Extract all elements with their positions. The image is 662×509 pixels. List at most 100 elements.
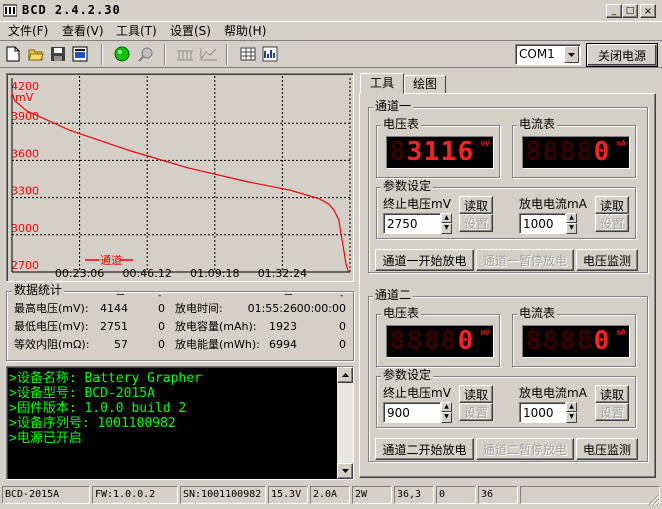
ch2-end-voltage-spin-down[interactable]: ▼ xyxy=(441,412,452,423)
close-button[interactable]: × xyxy=(640,4,656,18)
ch2-title: 通道二 xyxy=(373,288,414,302)
ch1-current-label: 放电电流mA xyxy=(519,197,587,211)
stat-value: 0 xyxy=(339,320,346,333)
x-tick-label: 00:46:12 xyxy=(122,267,171,280)
connect-icon[interactable] xyxy=(114,46,130,65)
resize-grip-icon[interactable] xyxy=(648,494,660,509)
scroll-up-button[interactable] xyxy=(337,367,353,383)
ch2-set-voltage-button[interactable]: 设置 xyxy=(459,403,493,421)
ch2-current-input[interactable]: 1000 xyxy=(519,402,566,423)
save-icon[interactable] xyxy=(50,46,66,65)
lcd-digit: 8 xyxy=(525,137,542,167)
menu-bar: 文件(F) 查看(V) 工具(T) 设置(S) 帮助(H) xyxy=(0,22,662,40)
x-tick-label: 01:32:24 xyxy=(258,267,307,280)
ch1-pause-discharge-button[interactable]: 通道一暂停放电 xyxy=(476,249,574,271)
chart-line-icon[interactable] xyxy=(200,46,218,65)
menu-tools[interactable]: 工具(T) xyxy=(116,24,157,38)
stats-dash: - xyxy=(340,291,344,301)
stat-label: 等效内阻(mΩ): xyxy=(14,338,90,351)
y-axis-label: mV xyxy=(15,91,34,104)
status-cell-empty xyxy=(520,486,660,504)
window-title: BCD 2.4.2.30 xyxy=(22,3,121,17)
ch1-end-voltage-input[interactable]: 2750 xyxy=(383,213,441,234)
chart-panel: 4200 3900 3600 3300 3000 2700 00:23:06 00:46:12… xyxy=(6,73,354,282)
open-folder-icon[interactable] xyxy=(28,46,44,65)
stat-value: 6994 xyxy=(269,338,297,351)
console-line: >电源已开启 xyxy=(9,431,82,446)
ch1-start-discharge-button[interactable]: 通道一开始放电 xyxy=(375,249,474,271)
ch2-current-spin-up[interactable]: ▲ xyxy=(566,402,577,412)
ch1-set-voltage-button[interactable]: 设置 xyxy=(459,214,493,232)
ch2-end-voltage-spin-up[interactable]: ▲ xyxy=(441,402,452,412)
table-icon[interactable] xyxy=(240,46,256,65)
new-file-icon[interactable] xyxy=(6,46,20,65)
unit-label: mA xyxy=(616,328,626,337)
ch2-read-current-button[interactable]: 读取 xyxy=(595,385,629,403)
ch2-voltage-monitor-button[interactable]: 电压监测 xyxy=(576,438,638,460)
ch1-current-spin-up[interactable]: ▲ xyxy=(566,213,577,223)
ch1-current-input[interactable]: 1000 xyxy=(519,213,566,234)
ch2-set-current-button[interactable]: 设置 xyxy=(595,403,629,421)
lcd-digit: 1 xyxy=(440,137,457,167)
stat-value: 0 xyxy=(339,338,346,351)
menu-settings[interactable]: 设置(S) xyxy=(170,24,211,38)
ch1-end-voltage-spin-up[interactable]: ▲ xyxy=(441,213,452,223)
console-scrollbar[interactable] xyxy=(337,367,353,479)
console-text: >设备名称: Battery Grapher >设备型号: BCD-2015A … xyxy=(9,371,202,446)
tab-draw[interactable]: 绘图 xyxy=(404,75,446,94)
lcd-digit: 8 xyxy=(576,137,593,167)
ch1-voltage-monitor-button[interactable]: 电压监测 xyxy=(576,249,638,271)
x-tick-label: 01:09:18 xyxy=(190,267,239,280)
toolbar-separator xyxy=(226,44,228,65)
stat-label: 放电时间: xyxy=(175,302,223,315)
lcd-digit: 8 xyxy=(542,326,559,356)
ch2-end-voltage-input[interactable]: 900 xyxy=(383,402,441,423)
voltage-chart: 42003900360033003000270000:23:06 00:46:12… xyxy=(11,76,351,280)
graph-icon[interactable] xyxy=(262,46,278,65)
ch2-pause-discharge-button[interactable]: 通道二暂停放电 xyxy=(476,438,574,460)
stats-dash: ー xyxy=(284,291,294,301)
menu-help[interactable]: 帮助(H) xyxy=(224,24,266,38)
power-button[interactable]: 关闭电源 xyxy=(586,43,658,67)
print-icon[interactable] xyxy=(72,46,88,65)
ch1-end-voltage-spin-down[interactable]: ▼ xyxy=(441,223,452,234)
y-tick-label: 3600 xyxy=(11,147,39,160)
stats-dash: ー xyxy=(116,291,126,301)
status-cell: 2W xyxy=(352,486,392,504)
console-line: >设备型号: BCD-2015A xyxy=(9,386,155,401)
ch1-set-current-button[interactable]: 设置 xyxy=(595,214,629,232)
maximize-button[interactable]: □ xyxy=(622,4,638,18)
status-cell: 0 xyxy=(436,486,476,504)
stat-value: 0 xyxy=(158,338,165,351)
ch1-params-title: 参数设定 xyxy=(381,179,434,193)
lcd-digit: 8 xyxy=(406,326,423,356)
lcd-digit: 8 xyxy=(423,326,440,356)
ch1-current-spin-down[interactable]: ▼ xyxy=(566,223,577,234)
stats-title: 数据统计 xyxy=(12,283,65,297)
lcd-digit: 3 xyxy=(406,137,423,167)
series-line xyxy=(11,92,350,273)
lcd-digit: 8 xyxy=(576,326,593,356)
stat-value: 2751 xyxy=(100,320,128,333)
ch1-read-voltage-button[interactable]: 读取 xyxy=(459,196,493,214)
lcd-digit: 8 xyxy=(559,326,576,356)
ch1-end-voltage-label: 终止电压mV xyxy=(383,197,451,211)
chevron-down-icon[interactable] xyxy=(564,46,579,63)
scroll-down-button[interactable] xyxy=(337,463,353,479)
menu-file[interactable]: 文件(F) xyxy=(8,24,48,38)
minimize-button[interactable]: _ xyxy=(606,4,622,18)
stat-value: 01:55:26 xyxy=(247,302,297,315)
ch1-voltmeter-title: 电压表 xyxy=(381,117,422,131)
menu-view[interactable]: 查看(V) xyxy=(62,24,104,38)
tab-tools[interactable]: 工具 xyxy=(360,73,404,94)
com-port-select[interactable]: COM1 xyxy=(515,44,581,65)
lcd-digit: 0 xyxy=(593,137,610,167)
chart-bars-icon[interactable] xyxy=(176,46,194,65)
ch2-read-voltage-button[interactable]: 读取 xyxy=(459,385,493,403)
ch2-start-discharge-button[interactable]: 通道二开始放电 xyxy=(375,438,474,460)
search-icon[interactable] xyxy=(138,46,154,65)
lcd-digit: 8 xyxy=(389,137,406,167)
ch2-current-spin-down[interactable]: ▼ xyxy=(566,412,577,423)
ch1-read-current-button[interactable]: 读取 xyxy=(595,196,629,214)
unit-label: mV xyxy=(480,328,490,337)
